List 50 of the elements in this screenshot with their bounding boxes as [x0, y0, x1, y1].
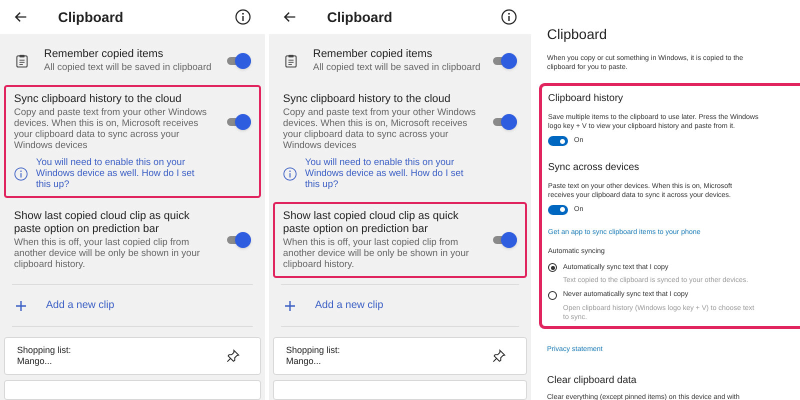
pin-icon[interactable] — [226, 349, 240, 363]
setting-description: All copied text will be saved in clipboard — [313, 62, 482, 73]
setting-description: When this is off, your last copied clip from another device will be only be shown in your clipboard history. — [14, 237, 201, 270]
info-icon — [14, 166, 28, 180]
section-heading: Clipboard history — [548, 92, 624, 106]
info-icon[interactable] — [501, 9, 517, 25]
clip-card[interactable] — [4, 380, 261, 400]
clip-card[interactable] — [273, 380, 527, 400]
pin-icon[interactable] — [492, 349, 506, 363]
setting-title: Sync clipboard history to the cloud — [283, 93, 452, 106]
plus-icon[interactable] — [16, 300, 26, 310]
add-clip-link[interactable]: Add a new clip — [46, 298, 114, 314]
setting-title: Show last copied cloud clip as quick paste option on prediction bar — [283, 210, 460, 236]
setting-title: Sync clipboard history to the cloud — [14, 93, 183, 106]
setting-description: All copied text will be saved in clipboard — [44, 62, 212, 73]
back-arrow-icon[interactable] — [283, 10, 297, 24]
help-link[interactable]: You will need to enable this on your Windows device as well. How do I set this up? — [305, 157, 467, 190]
setting-description: When this is off, your last copied clip from another device will be only be shown in your clipboard history. — [283, 237, 470, 270]
toggle-switch[interactable] — [493, 232, 517, 248]
toggle-switch[interactable] — [548, 136, 568, 146]
screen-title: Clipboard — [58, 8, 124, 27]
toggle-switch[interactable] — [227, 52, 251, 68]
section-heading: Sync across devices — [548, 160, 640, 174]
back-arrow-icon[interactable] — [14, 10, 28, 24]
setting-title: Remember copied items — [44, 48, 164, 61]
clip-card[interactable]: Shopping list: Mango... — [4, 337, 261, 375]
section-heading: Clear clipboard data — [546, 374, 638, 388]
toggle-switch[interactable] — [227, 114, 251, 130]
clipboard-icon — [16, 54, 28, 68]
toggle-switch[interactable] — [548, 204, 568, 215]
toggle-switch[interactable] — [493, 52, 517, 68]
setting-description: Copy and paste text from your other Windows devices. When this is on, Microsoft receives your clipboard data to sync across your Windows devices — [283, 107, 477, 151]
plus-icon[interactable] — [285, 300, 295, 310]
clip-card[interactable]: Shopping list: Mango... — [273, 337, 527, 375]
info-icon — [283, 166, 297, 180]
toggle-switch[interactable] — [493, 114, 517, 130]
screen-title: Clipboard — [327, 8, 394, 27]
setting-title: Show last copied cloud clip as quick paste option on prediction bar — [14, 210, 190, 236]
clipboard-icon — [285, 54, 297, 68]
page-title: Clipboard — [546, 25, 608, 44]
toggle-switch[interactable] — [227, 232, 251, 248]
radio-button[interactable] — [548, 290, 557, 300]
help-link[interactable]: You will need to enable this on your Windows device as well. How do I set this up? — [36, 157, 201, 190]
clip-text: Shopping list: Mango... — [286, 345, 342, 367]
setting-title: Remember copied items — [313, 48, 434, 61]
add-clip-link[interactable]: Add a new clip — [315, 298, 384, 314]
info-icon[interactable] — [235, 9, 251, 25]
clip-text: Shopping list: Mango... — [17, 345, 72, 367]
radio-button[interactable] — [548, 263, 557, 272]
setting-description: Copy and paste text from your other Windows devices. When this is on, Microsoft receives your clipboard data to sync across your Windows devices — [14, 107, 208, 151]
